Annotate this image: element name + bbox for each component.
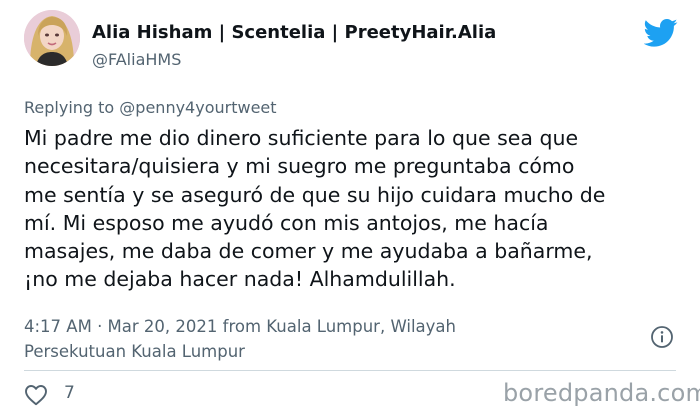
tweet-location-continued[interactable]: Persekutuan Kuala Lumpur — [24, 339, 584, 364]
watermark-logo: boredpanda.com — [503, 379, 700, 407]
tweet-body-line: Mi padre me dio dinero suficiente para l… — [24, 126, 579, 150]
like-count: 7 — [64, 383, 75, 403]
author-display-name[interactable]: Alia Hisham | Scentelia | PreetyHair.Ali… — [92, 22, 496, 43]
heart-icon[interactable] — [24, 384, 48, 406]
tweet-body-line: me sentía y se aseguró de que su hijo cu… — [24, 182, 606, 207]
tweet-timestamp-location[interactable]: 4:17 AM · Mar 20, 2021 from Kuala Lumpur… — [24, 314, 584, 339]
tweet-card: Alia Hisham | Scentelia | PreetyHair.Ali… — [0, 0, 700, 420]
tweet-body: Mi padre me dio dinero suficiente para l… — [24, 124, 684, 294]
tweet-body-line: ¡no me dejaba hacer nada! Alhamdulillah. — [24, 267, 456, 292]
avatar[interactable] — [24, 10, 80, 66]
tweet-body-line: mí. Mi esposo me ayudó con mis antojos, … — [24, 210, 549, 235]
tweet-body-line: necesitara/quisiera y mi suegro me pregu… — [24, 154, 575, 179]
divider — [24, 370, 676, 371]
avatar-image — [24, 10, 80, 66]
replying-to-prefix: Replying to — [24, 98, 115, 117]
reply-mention-link[interactable]: @penny4yourtweet — [119, 98, 276, 117]
tweet-meta[interactable]: 4:17 AM · Mar 20, 2021 from Kuala Lumpur… — [24, 314, 584, 364]
replying-to: Replying to @penny4yourtweet — [24, 98, 277, 117]
twitter-bird-icon[interactable] — [644, 18, 678, 48]
author-handle[interactable]: @FAliaHMS — [92, 50, 181, 69]
info-icon[interactable] — [650, 325, 674, 349]
tweet-body-line: masajes, me daba de comer y me ayudaba a… — [24, 239, 593, 264]
